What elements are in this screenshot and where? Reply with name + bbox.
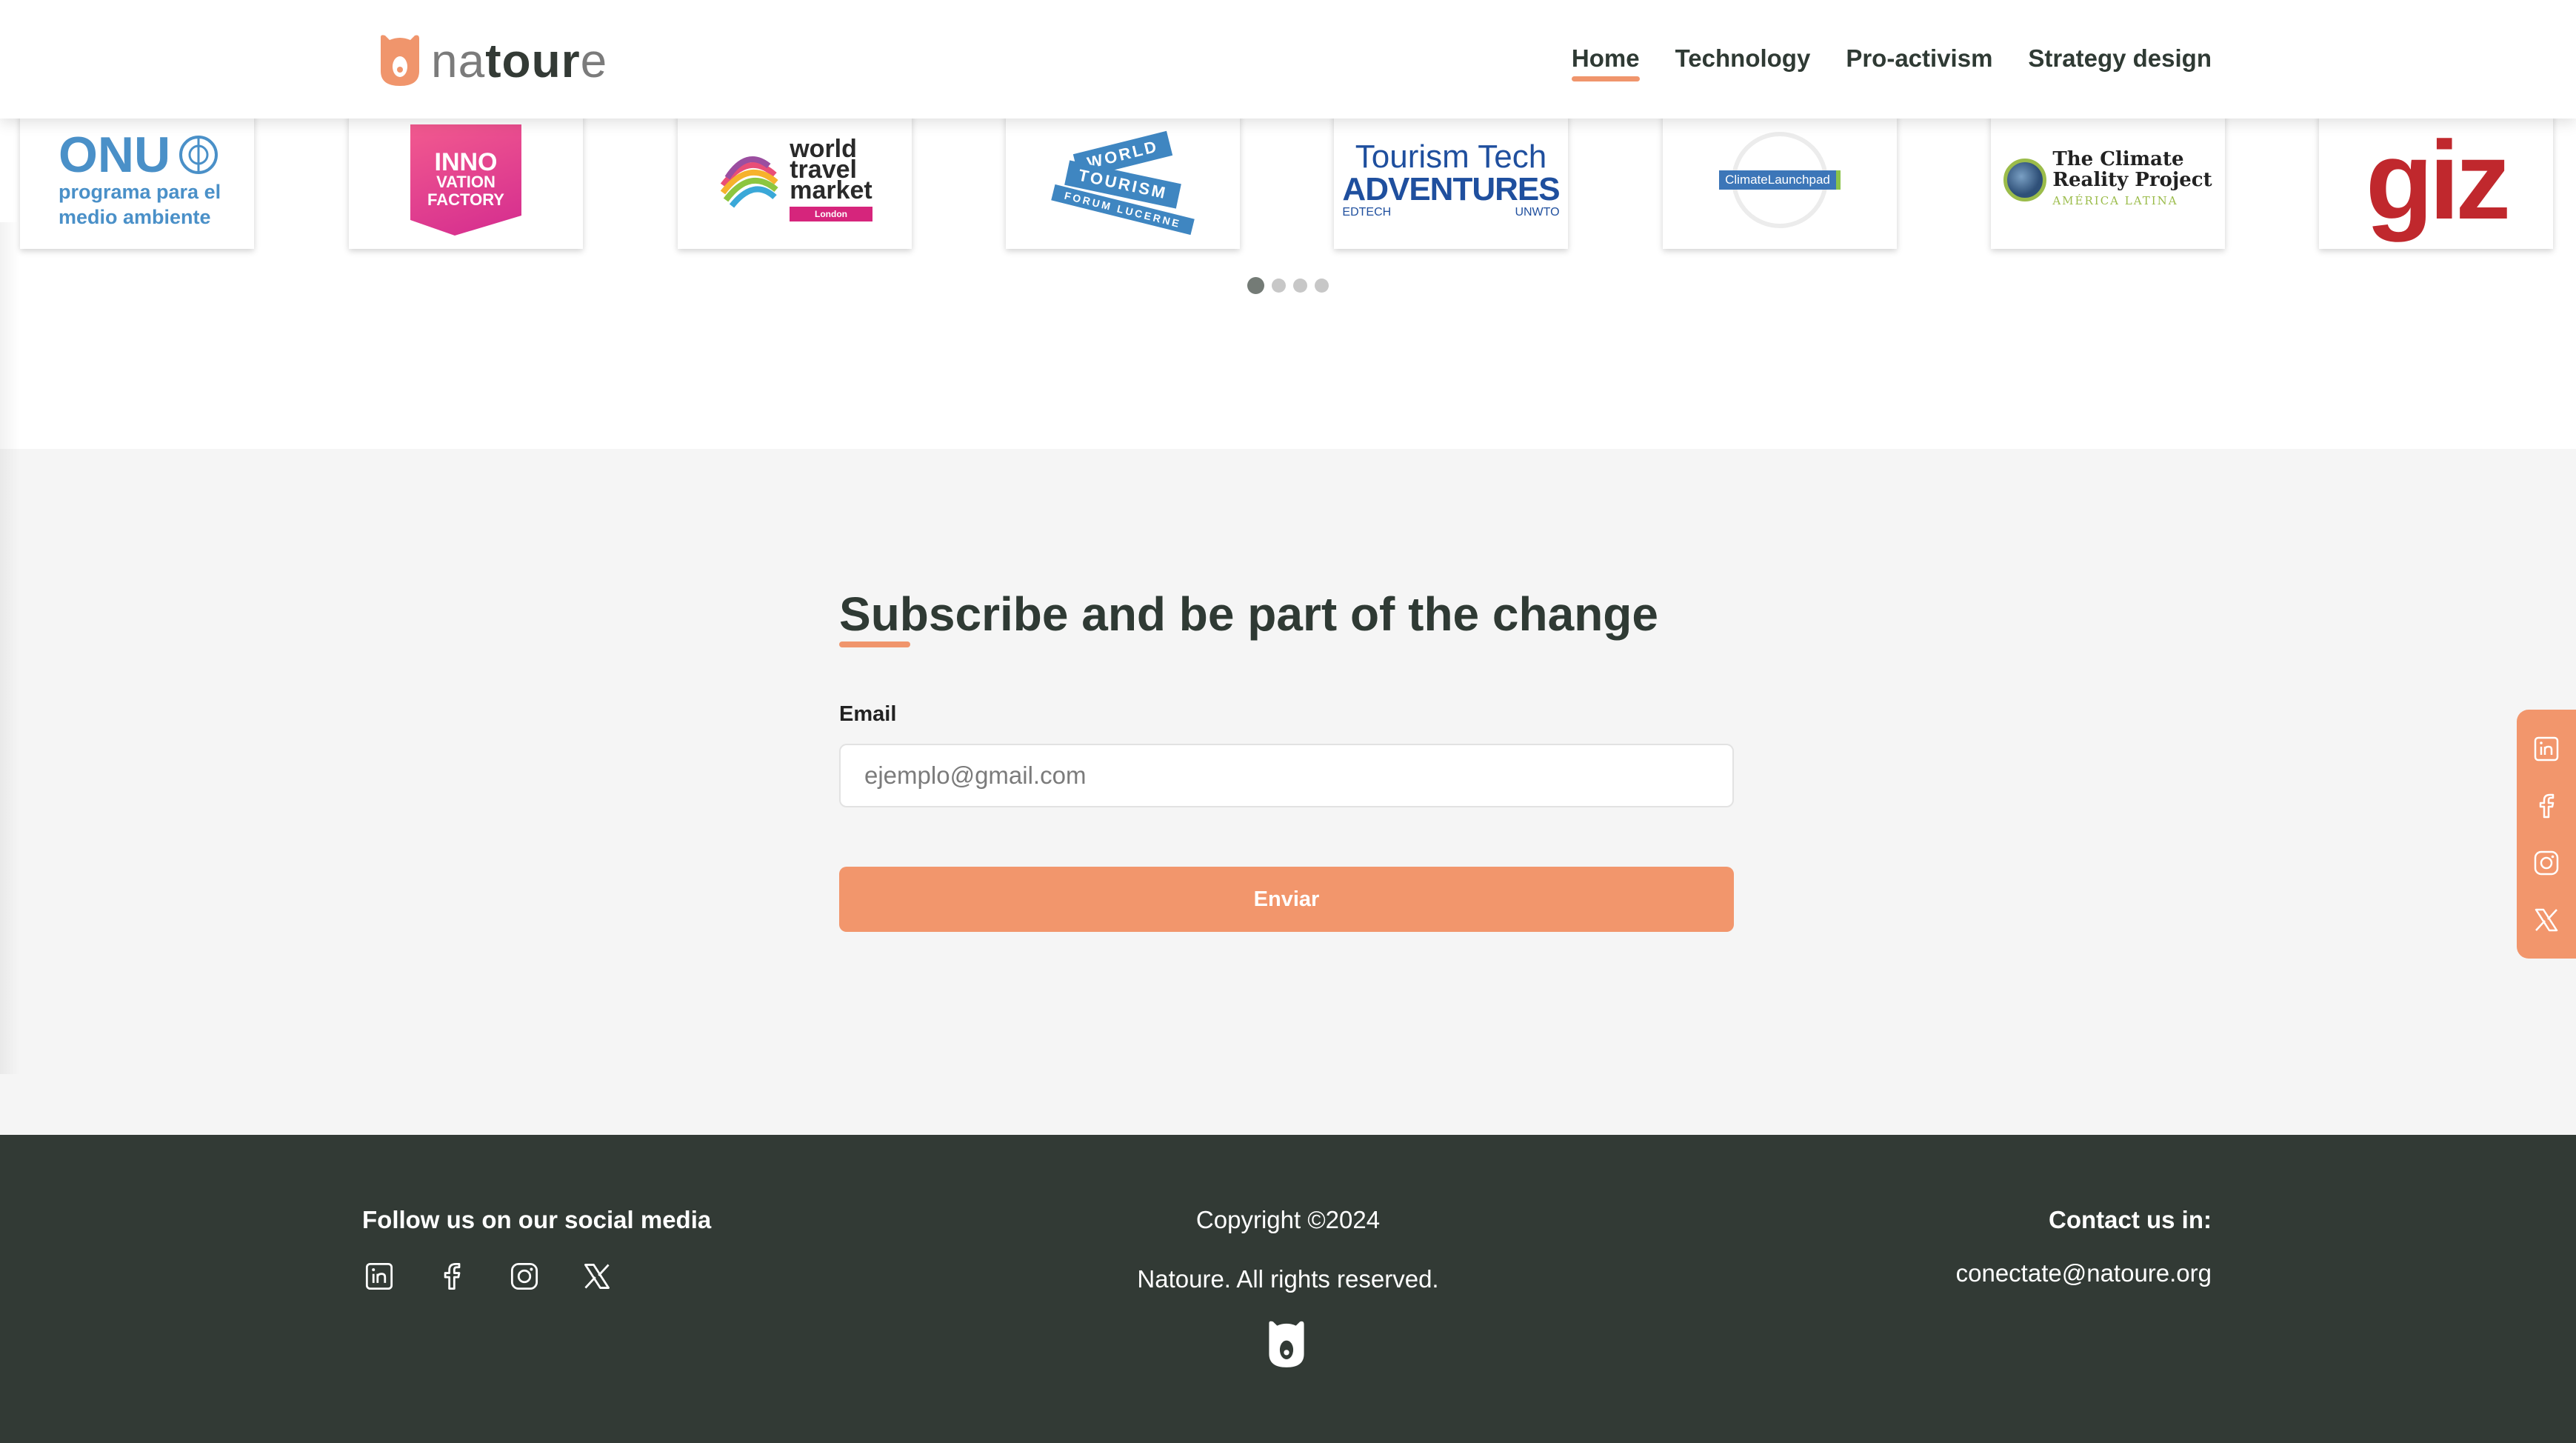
- giz-logo: giz: [2365, 118, 2511, 242]
- facebook-icon[interactable]: [2530, 790, 2563, 822]
- nav-home[interactable]: Home: [1571, 40, 1640, 81]
- carousel-dot-4[interactable]: [1315, 279, 1329, 293]
- partner-card-world-tourism-forum[interactable]: WORLD TOURISM FORUM LUCERNE: [1006, 111, 1240, 249]
- climate-reality-project-logo: The Climate Reality Project AMÉRICA LATI…: [2003, 149, 2212, 211]
- floating-social-bar: [2517, 710, 2576, 959]
- carousel-dot-2[interactable]: [1272, 279, 1286, 293]
- instagram-icon[interactable]: [2530, 847, 2563, 879]
- nav-pro-activism[interactable]: Pro-activism: [1846, 40, 1992, 77]
- carousel-dot-3[interactable]: [1293, 279, 1307, 293]
- subscribe-section: Subscribe and be part of the change Emai…: [0, 449, 2576, 1135]
- innovation-factory-logo: INNO VATION FACTORY: [410, 124, 521, 236]
- site-footer: Follow us on our social media Copyright …: [0, 1135, 2576, 1443]
- partner-card-climate-launchpad[interactable]: ClimateLaunchpad: [1663, 111, 1897, 249]
- contact-title: Contact us in:: [2049, 1206, 2212, 1233]
- bear-logo-icon: [381, 35, 419, 87]
- email-field[interactable]: [839, 744, 1734, 807]
- carousel-dots: [1247, 277, 1329, 294]
- site-header: natoure Home Technology Pro-activism Str…: [0, 0, 2576, 119]
- email-label: Email: [839, 702, 897, 726]
- partners-section: ONU programa para el medio ambiente INNO…: [0, 111, 2576, 449]
- nav-technology[interactable]: Technology: [1675, 40, 1811, 77]
- globe-icon: [2003, 159, 2047, 201]
- un-emblem-icon: [179, 136, 218, 174]
- submit-button[interactable]: Enviar: [839, 867, 1734, 932]
- partner-card-giz[interactable]: giz: [2319, 111, 2553, 249]
- onu-subtitle-2: medio ambiente: [59, 206, 211, 228]
- natoure-logo[interactable]: natoure: [376, 33, 607, 89]
- logo-wordmark: natoure: [431, 34, 608, 87]
- tourism-tech-adventures-logo: Tourism Tech ADVENTURES EDTECH UNWTO: [1342, 139, 1560, 219]
- nav-strategy-design[interactable]: Strategy design: [2028, 40, 2212, 77]
- subscribe-title: Subscribe and be part of the change: [839, 587, 1658, 641]
- linkedin-icon[interactable]: [2530, 733, 2563, 765]
- carousel-dot-1[interactable]: [1247, 277, 1264, 294]
- onu-logo-text: ONU: [59, 130, 219, 180]
- contact-email-link[interactable]: conectate@natoure.org: [1956, 1259, 2212, 1287]
- title-underline: [839, 641, 910, 647]
- partner-card-climate-reality-project[interactable]: The Climate Reality Project AMÉRICA LATI…: [1991, 111, 2225, 249]
- world-tourism-forum-logo: WORLD TOURISM FORUM LUCERNE: [1051, 130, 1195, 236]
- partner-card-onu[interactable]: ONU programa para el medio ambiente: [20, 111, 254, 249]
- world-travel-market-logo: world travel market London: [717, 136, 872, 221]
- partners-carousel: ONU programa para el medio ambiente INNO…: [0, 111, 2576, 249]
- partner-card-world-travel-market[interactable]: world travel market London: [678, 111, 912, 249]
- partner-card-tourism-tech-adventures[interactable]: Tourism Tech ADVENTURES EDTECH UNWTO: [1334, 111, 1568, 249]
- x-icon[interactable]: [2530, 904, 2563, 936]
- bear-logo-icon: [1269, 1321, 1304, 1367]
- left-edge-shadow: [0, 222, 19, 1074]
- partner-card-innovation-factory[interactable]: INNO VATION FACTORY: [349, 111, 583, 249]
- main-nav: Home Technology Pro-activism Strategy de…: [1571, 40, 2212, 81]
- climate-launchpad-logo: ClimateLaunchpad: [1706, 132, 1854, 228]
- onu-subtitle-1: programa para el: [59, 181, 221, 203]
- wtm-globe-icon: [721, 156, 778, 208]
